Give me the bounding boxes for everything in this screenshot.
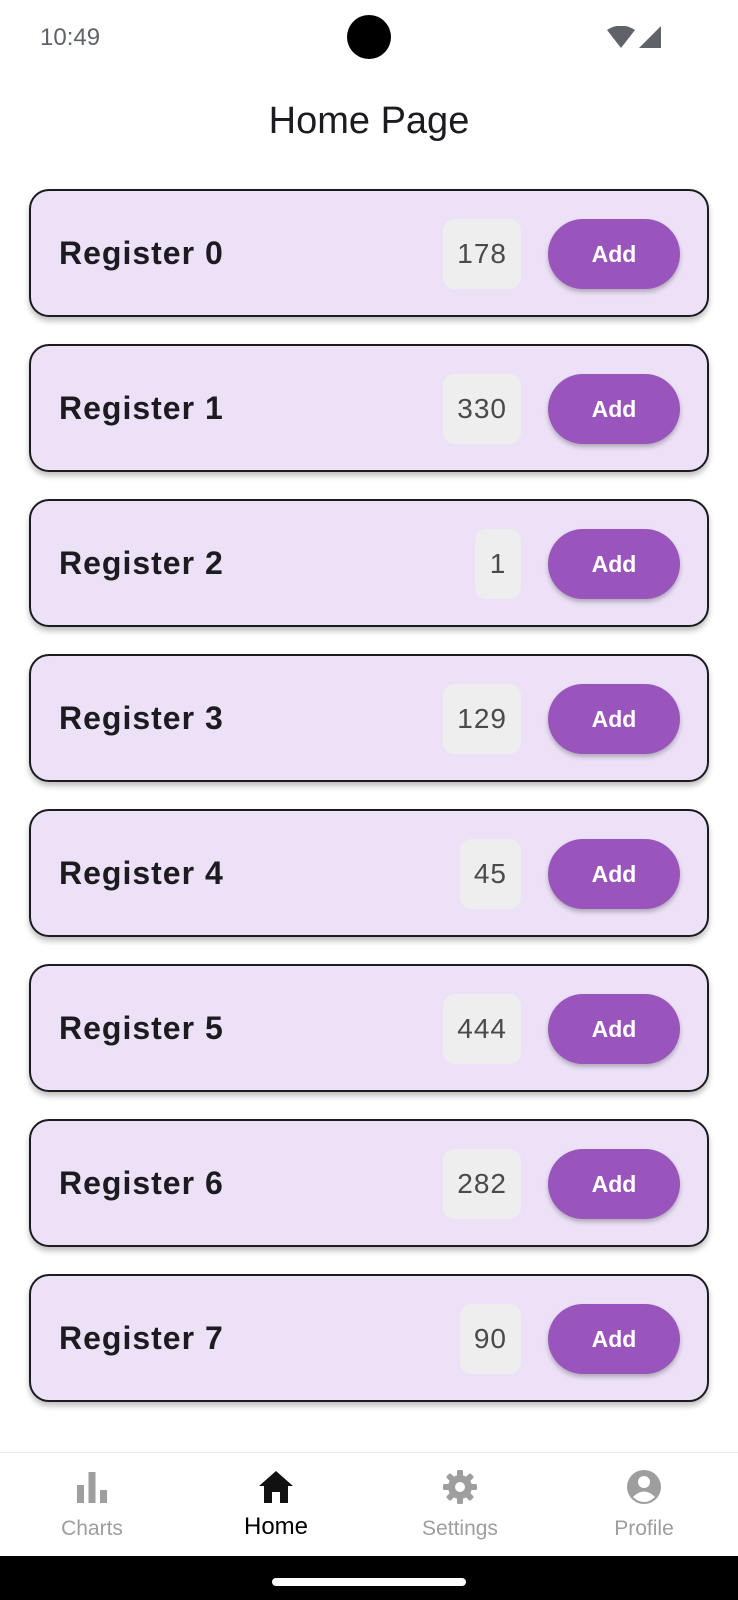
add-button[interactable]: Add — [548, 684, 680, 754]
nav-item-profile[interactable]: Profile — [552, 1453, 736, 1557]
register-count: 90 — [459, 1304, 521, 1374]
bar-chart-icon — [77, 1472, 107, 1503]
register-count: 444 — [443, 994, 521, 1064]
page-title: Home Page — [268, 100, 470, 142]
register-card: Register 4 45 Add — [29, 809, 709, 937]
register-card: Register 3 129 Add — [29, 654, 709, 782]
add-button[interactable]: Add — [548, 1149, 680, 1219]
register-name: Register 0 — [59, 235, 224, 271]
nav-item-charts[interactable]: Charts — [0, 1453, 184, 1557]
add-button[interactable]: Add — [548, 994, 680, 1064]
camera-cutout — [347, 15, 391, 59]
nav-label-profile: Profile — [614, 1517, 674, 1540]
gear-icon — [443, 1470, 477, 1504]
register-name: Register 1 — [59, 390, 224, 426]
register-card: Register 0 178 Add — [29, 189, 709, 317]
nav-item-settings[interactable]: Settings — [368, 1453, 552, 1557]
register-card: Register 6 282 Add — [29, 1119, 709, 1247]
register-count: 178 — [443, 219, 521, 289]
register-card: Register 1 330 Add — [29, 344, 709, 472]
register-count: 330 — [443, 374, 521, 444]
system-nav-bar — [0, 1556, 738, 1600]
register-name: Register 3 — [59, 700, 224, 736]
add-button[interactable]: Add — [548, 219, 680, 289]
register-name: Register 7 — [59, 1320, 224, 1356]
signal-icon — [639, 26, 661, 48]
status-time: 10:49 — [40, 24, 101, 51]
nav-label-home: Home — [243, 1513, 309, 1540]
register-count: 282 — [443, 1149, 521, 1219]
add-button[interactable]: Add — [548, 529, 680, 599]
add-button[interactable]: Add — [548, 839, 680, 909]
add-button[interactable]: Add — [548, 1304, 680, 1374]
register-count: 1 — [475, 529, 521, 599]
register-name: Register 5 — [59, 1010, 224, 1046]
register-card: Register 2 1 Add — [29, 499, 709, 627]
nav-item-home[interactable]: Home — [184, 1453, 368, 1557]
register-name: Register 6 — [59, 1165, 224, 1201]
add-button[interactable]: Add — [548, 374, 680, 444]
screen: 10:49 Home Page Register 0 178 Add Regis… — [0, 0, 738, 1600]
bottom-nav: Charts Home Settings Profile — [0, 1452, 738, 1556]
register-name: Register 4 — [59, 855, 224, 891]
account-circle-icon — [627, 1470, 661, 1504]
nav-label-settings: Settings — [422, 1517, 498, 1540]
register-card: Register 7 90 Add — [29, 1274, 709, 1402]
register-count: 129 — [443, 684, 521, 754]
home-gesture-handle[interactable] — [272, 1578, 466, 1586]
wifi-icon — [607, 26, 635, 48]
home-icon — [259, 1471, 293, 1503]
status-bar: 10:49 — [0, 0, 738, 76]
register-card: Register 5 444 Add — [29, 964, 709, 1092]
nav-label-charts: Charts — [61, 1517, 123, 1540]
register-count: 45 — [459, 839, 521, 909]
register-name: Register 2 — [59, 545, 224, 581]
